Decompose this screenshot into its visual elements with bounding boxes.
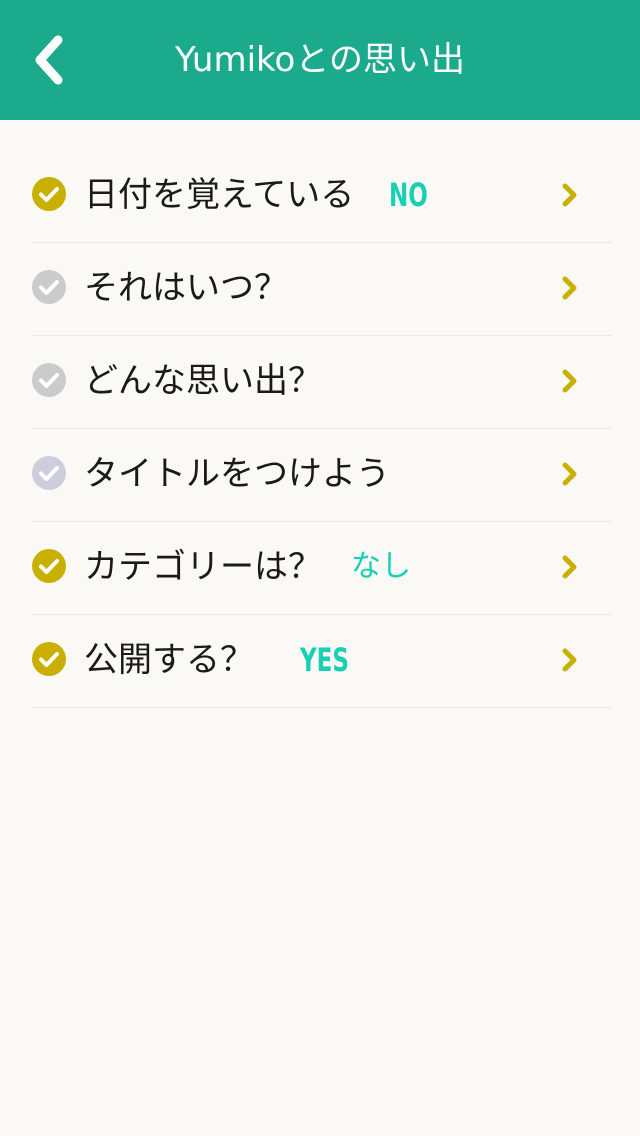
row-value: YES: [300, 641, 350, 679]
check-circle-icon: [32, 177, 66, 211]
chevron-right-icon: [562, 276, 577, 300]
check-circle-icon: [32, 363, 66, 397]
chevron-right-icon: [562, 555, 577, 579]
check-circle-icon: [32, 642, 66, 676]
row-label: 公開する？: [84, 640, 254, 680]
check-circle-icon: [32, 549, 66, 583]
check-circle-icon: [32, 270, 66, 304]
row-label: どんな思い出？: [84, 361, 322, 401]
row-label: タイトルをつけよう: [84, 454, 390, 494]
chevron-right-icon: [562, 183, 577, 207]
row-category[interactable]: カテゴリーは？ なし: [32, 522, 612, 615]
row-label: 日付を覚えている: [84, 175, 355, 215]
header-bar: Yumikoとの思い出: [0, 0, 640, 120]
page-title: Yumikoとの思い出: [175, 40, 465, 80]
row-when[interactable]: それはいつ？: [32, 243, 612, 336]
chevron-right-icon: [562, 648, 577, 672]
check-circle-icon: [32, 456, 66, 490]
row-value: なし: [351, 549, 411, 584]
memory-settings-list: 日付を覚えている NO それはいつ？ どんな思い出？ タイトルをつけよう カテゴ…: [0, 150, 640, 708]
row-value: NO: [389, 176, 428, 214]
chevron-right-icon: [562, 462, 577, 486]
row-what-memory[interactable]: どんな思い出？: [32, 336, 612, 429]
row-title[interactable]: タイトルをつけよう: [32, 429, 612, 522]
row-label: カテゴリーは？: [84, 547, 322, 587]
row-publish[interactable]: 公開する？ YES: [32, 615, 612, 708]
row-remember-date[interactable]: 日付を覚えている NO: [32, 150, 612, 243]
row-label: それはいつ？: [84, 268, 288, 308]
chevron-right-icon: [562, 369, 577, 393]
